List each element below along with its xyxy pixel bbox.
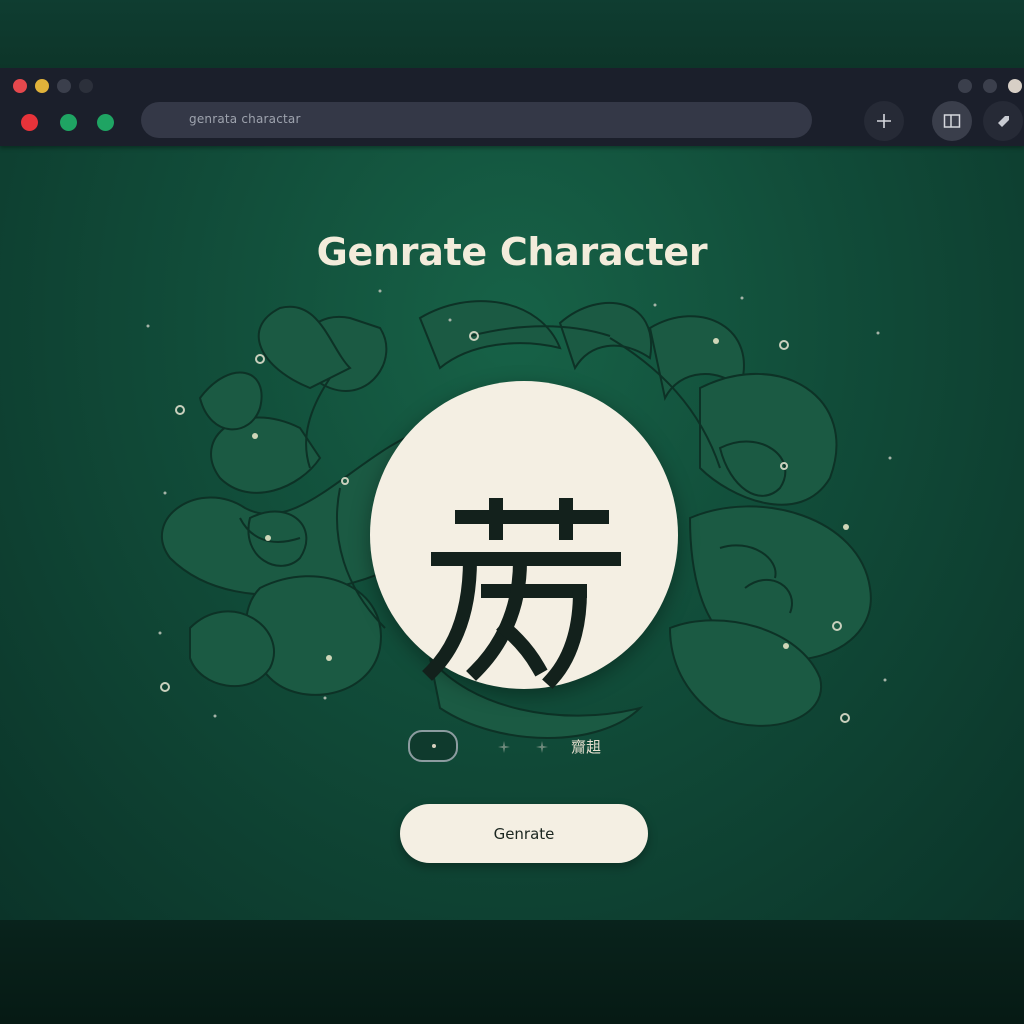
- sidebar-panel-icon: [943, 114, 961, 128]
- traffic-light-maximize[interactable]: [97, 114, 114, 131]
- window-dot-2: [983, 79, 997, 93]
- page-title: Genrate Character: [316, 230, 708, 274]
- extension-button[interactable]: [983, 101, 1023, 141]
- page-top-backdrop: [0, 0, 1024, 68]
- plus-icon: [877, 114, 891, 128]
- browser-window: genrata charactar Genrate Character 齎趄 G…: [0, 68, 1024, 920]
- character-display: [370, 381, 678, 689]
- traffic-light-close[interactable]: [21, 114, 38, 131]
- pager-dot: [432, 744, 436, 748]
- traffic-light-extra-1: [57, 79, 71, 93]
- character-caption: 齎趄: [571, 738, 602, 756]
- sidebar-toggle-button[interactable]: [932, 101, 972, 141]
- new-tab-button[interactable]: [864, 101, 904, 141]
- character-glyph: [422, 498, 621, 689]
- traffic-light-extra-2: [79, 79, 93, 93]
- sparkle-icon: [536, 741, 548, 753]
- sparkle-icon: [498, 741, 510, 753]
- traffic-light-minimize-small[interactable]: [35, 79, 49, 93]
- address-bar-text: genrata charactar: [189, 112, 301, 126]
- tag-icon: [998, 116, 1009, 127]
- traffic-light-close-small[interactable]: [13, 79, 27, 93]
- address-bar[interactable]: genrata charactar: [141, 102, 812, 138]
- pager-indicator[interactable]: [408, 730, 458, 762]
- generate-button[interactable]: Genrate: [400, 804, 648, 863]
- traffic-light-minimize[interactable]: [60, 114, 77, 131]
- window-dot-3: [1008, 79, 1022, 93]
- browser-toolbar: genrata charactar: [0, 68, 1024, 146]
- window-dot-1: [958, 79, 972, 93]
- page-bottom-backdrop: [0, 920, 1024, 1024]
